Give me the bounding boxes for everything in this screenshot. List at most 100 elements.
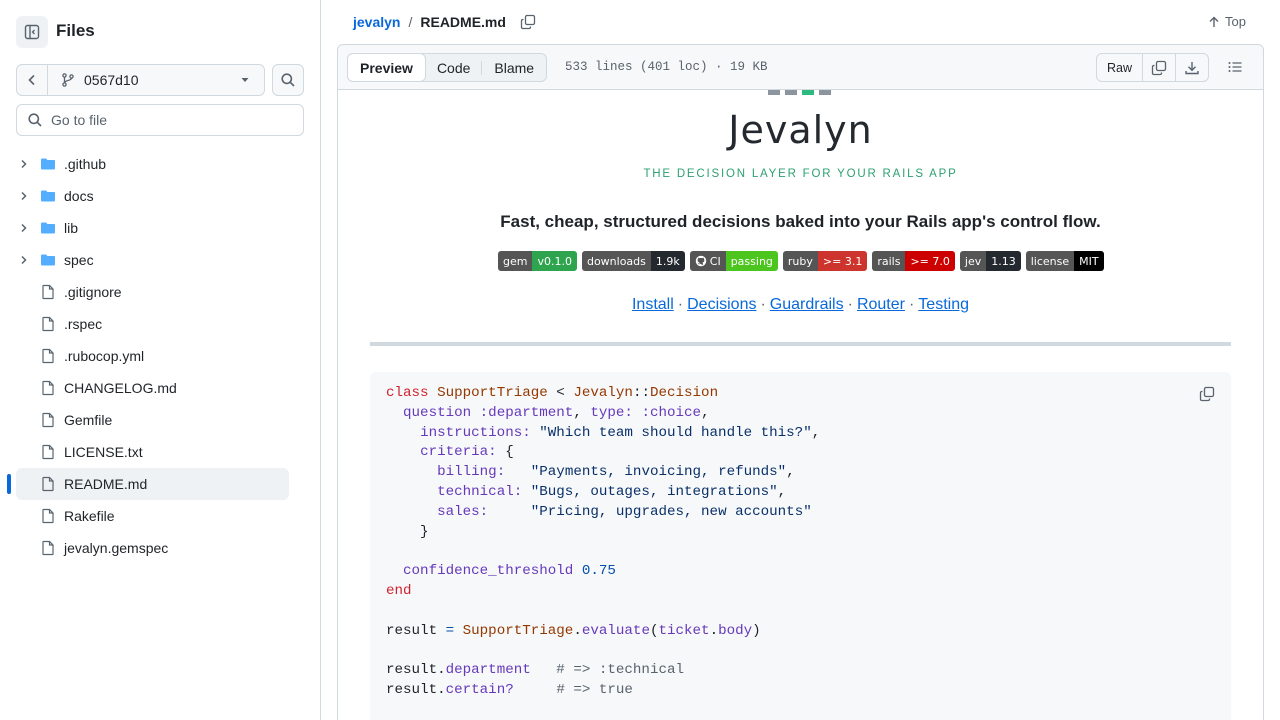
breadcrumb-repo-link[interactable]: jevalyn (353, 14, 400, 30)
code-line: instructions: "Which team should handle … (420, 424, 821, 441)
view-mode-tabs: Preview Code Blame (347, 53, 548, 82)
badge-downloads[interactable]: downloads 1.9k (581, 251, 685, 271)
expand-toggle[interactable] (16, 254, 32, 266)
code-line: sales: "Pricing, upgrades, new accounts" (437, 503, 812, 520)
folder-icon (41, 158, 55, 170)
badge-key: rails (872, 251, 906, 271)
tab-code[interactable]: Code (425, 54, 483, 81)
copy-raw-button[interactable] (1142, 54, 1175, 81)
tree-item-label: Gemfile (64, 412, 113, 428)
badge-key: gem (498, 251, 533, 271)
raw-button[interactable]: Raw (1097, 54, 1142, 81)
tree-item-label: README.md (64, 476, 148, 492)
folder-icon (41, 190, 55, 202)
expand-toggle[interactable] (16, 222, 32, 234)
branch-selector: 0567d10 (16, 64, 265, 96)
copy-code-button[interactable] (1197, 384, 1217, 404)
tree-file-item[interactable]: README.md (7, 468, 289, 500)
tree-folder-item[interactable]: spec (16, 244, 289, 276)
horizontal-rule (370, 342, 1231, 346)
search-icon (281, 73, 295, 87)
badge-value: >= 3.1 (817, 251, 868, 271)
sidebar-title: Files (56, 21, 95, 40)
tree-file-item[interactable]: .rspec (16, 308, 289, 340)
tree-file-item[interactable]: .rubocop.yml (16, 340, 289, 372)
back-button[interactable] (17, 65, 48, 95)
readme-content: Jevalyn THE DECISION LAYER FOR YOUR RAIL… (337, 90, 1264, 720)
link-router[interactable]: Router (857, 296, 905, 313)
chevron-left-icon (28, 74, 35, 86)
tree-file-item[interactable]: jevalyn.gemspec (16, 532, 289, 564)
expand-toggle[interactable] (16, 158, 32, 170)
tree-file-item[interactable]: Rakefile (16, 500, 289, 532)
tab-blame[interactable]: Blame (482, 54, 546, 81)
badge-license[interactable]: license MIT (1025, 251, 1104, 271)
badge-value: 1.13 (986, 251, 1021, 271)
badge-ruby[interactable]: ruby >= 3.1 (782, 251, 868, 271)
tree-file-item[interactable]: LICENSE.txt (16, 436, 289, 468)
code-line: question :department, type: :choice, (403, 404, 710, 421)
download-icon (1185, 61, 1199, 74)
file-tree: .github docs lib spec .gitignore .rspec .ruboc… (7, 148, 289, 564)
tree-item-label: spec (64, 252, 94, 268)
download-button[interactable] (1175, 54, 1208, 81)
search-button[interactable] (272, 64, 304, 96)
item-icon (40, 156, 56, 172)
item-icon (40, 476, 56, 492)
item-icon (40, 316, 56, 332)
logo-mark (768, 90, 831, 95)
copy-icon (520, 14, 536, 30)
badge-value: MIT (1074, 251, 1104, 271)
copy-path-button[interactable] (520, 14, 536, 30)
expand-toggle[interactable] (16, 190, 32, 202)
code-line: billing: "Payments, invoicing, refunds", (437, 464, 795, 481)
branch-dropdown[interactable]: 0567d10 (48, 65, 264, 95)
code-line: end (386, 582, 412, 599)
file-icon (42, 476, 54, 492)
badge-key: CI (689, 251, 726, 271)
link-decisions[interactable]: Decisions (687, 296, 756, 313)
tree-folder-item[interactable]: .github (16, 148, 289, 180)
code-line: criteria: { (420, 444, 514, 461)
file-header-bar: Preview Code Blame 533 lines (401 loc) ·… (337, 44, 1264, 90)
tree-item-label: .github (64, 156, 107, 172)
tree-file-item[interactable]: .gitignore (16, 276, 289, 308)
badge-ci[interactable]: CI passing (689, 251, 778, 271)
code-text: class SupportTriage < Jevalyn::Decision … (386, 384, 1215, 701)
logo-wordmark: Jevalyn (728, 108, 873, 152)
code-line: class SupportTriage < Jevalyn::Decision (386, 385, 719, 401)
chevron-right-icon (21, 223, 27, 233)
file-icon (42, 316, 54, 332)
code-line: technical: "Bugs, outages, integrations"… (437, 483, 787, 500)
link-testing[interactable]: Testing (918, 296, 969, 313)
tree-file-item[interactable]: Gemfile (16, 404, 289, 436)
badge-gem[interactable]: gem v0.1.0 (498, 251, 577, 271)
outline-button[interactable] (1227, 59, 1243, 80)
tree-file-item[interactable]: CHANGELOG.md (16, 372, 289, 404)
section-links: Install · Decisions · Guardrails · Router · Test… (338, 296, 1263, 314)
code-line: result = SupportTriage.evaluate(ticket.b… (386, 622, 761, 639)
badge-value: passing (725, 251, 778, 271)
link-install[interactable]: Install (632, 296, 674, 313)
tree-folder-item[interactable]: docs (16, 180, 289, 212)
item-icon (40, 348, 56, 364)
item-icon (40, 284, 56, 300)
tree-item-label: CHANGELOG.md (64, 380, 177, 396)
git-branch-icon (62, 73, 74, 87)
file-stats: 533 lines (401 loc) · 19 KB (565, 60, 768, 74)
go-to-file-input[interactable] (51, 112, 291, 128)
top-button[interactable]: Top (1207, 14, 1246, 29)
badge-jev[interactable]: jev 1.13 (959, 251, 1021, 271)
tab-preview[interactable]: Preview (347, 53, 426, 82)
link-guardrails[interactable]: Guardrails (770, 296, 844, 313)
item-icon (40, 380, 56, 396)
badge-rails[interactable]: rails >= 7.0 (872, 251, 955, 271)
tree-folder-item[interactable]: lib (16, 212, 289, 244)
top-label: Top (1225, 14, 1246, 29)
search-icon (28, 113, 42, 127)
file-view: jevalyn / README.md Top Preview Code Bla… (337, 0, 1264, 720)
folder-icon (41, 222, 55, 234)
collapse-sidebar-button[interactable] (16, 16, 48, 48)
file-icon (42, 412, 54, 428)
chevron-right-icon (21, 255, 27, 265)
